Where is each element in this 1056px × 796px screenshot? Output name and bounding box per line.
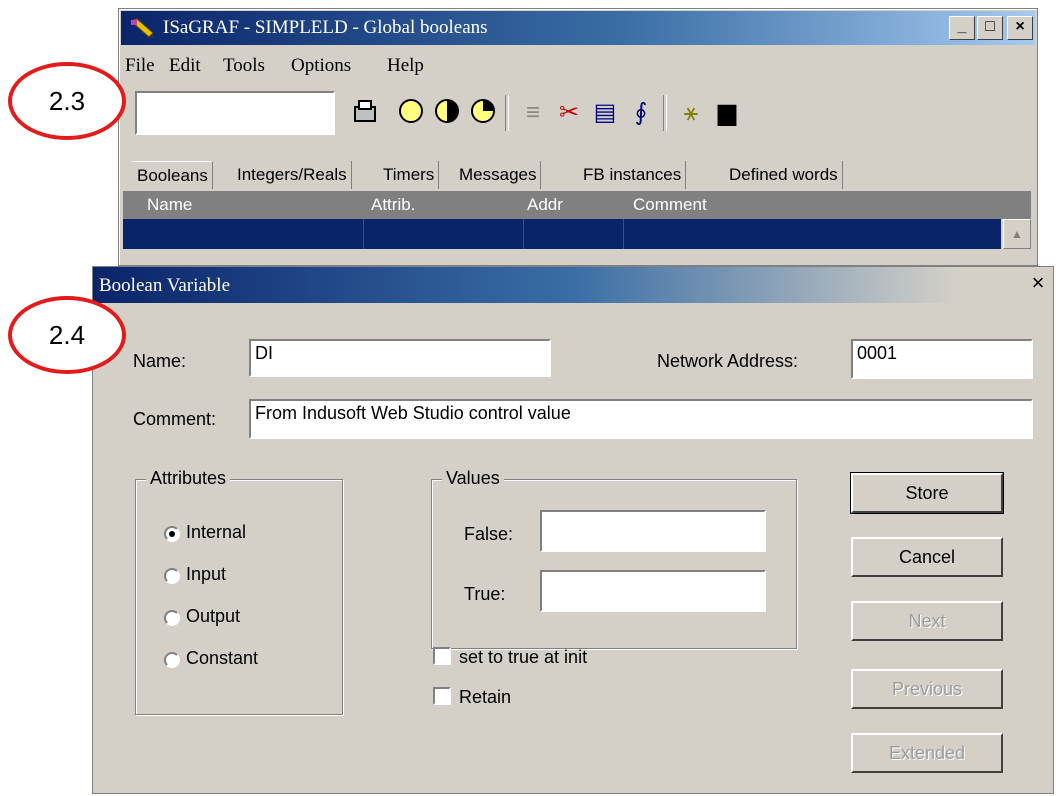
toolbar-separator: [663, 95, 667, 131]
true-label: True:: [464, 584, 506, 604]
comment-label: Comment:: [133, 409, 217, 429]
maximize-button[interactable]: □: [977, 16, 1003, 40]
list-icon[interactable]: ≡: [517, 97, 549, 129]
pencil-icon: [130, 18, 154, 38]
name-field[interactable]: DI: [249, 339, 551, 377]
tab-fb-instances[interactable]: FB instances: [579, 161, 687, 189]
extended-button[interactable]: Extended: [851, 733, 1003, 773]
attributes-legend: Attributes: [146, 468, 231, 489]
tab-messages[interactable]: Messages: [455, 161, 542, 189]
column-addr[interactable]: Addr: [527, 195, 563, 215]
column-name[interactable]: Name: [147, 195, 192, 215]
minimize-button[interactable]: _: [949, 16, 975, 40]
radio-input[interactable]: [164, 568, 180, 584]
open-icon[interactable]: [349, 97, 381, 129]
boolean-variable-dialog: Boolean Variable × Name: DI Network Addr…: [92, 266, 1054, 794]
callout-2-4: 2.4: [8, 296, 126, 374]
window-title: ISaGRAF - SIMPLELD - Global booleans: [163, 17, 488, 38]
menu-edit[interactable]: Edit: [169, 55, 201, 77]
wand-icon[interactable]: ⚹: [675, 97, 707, 129]
tab-timers[interactable]: Timers: [379, 161, 440, 189]
circle-empty-icon[interactable]: [395, 97, 427, 129]
menu-options[interactable]: Options: [291, 55, 351, 77]
print-icon[interactable]: ▆: [711, 97, 743, 129]
false-label: False:: [464, 524, 514, 544]
radio-input-label[interactable]: Input: [186, 564, 226, 585]
radio-internal[interactable]: [164, 526, 180, 542]
tab-defined-words[interactable]: Defined words: [725, 161, 843, 189]
next-button[interactable]: Next: [851, 601, 1003, 641]
copy-icon[interactable]: ▤: [589, 97, 621, 129]
radio-constant-label[interactable]: Constant: [186, 648, 258, 669]
name-label: Name:: [133, 351, 187, 371]
true-value-field[interactable]: [540, 570, 766, 612]
selected-row[interactable]: [123, 219, 1001, 249]
scroll-up-icon[interactable]: ▲: [1003, 219, 1031, 249]
store-button[interactable]: Store: [850, 472, 1004, 514]
set-true-at-init-label[interactable]: set to true at init: [459, 647, 587, 668]
menu-help[interactable]: Help: [387, 55, 424, 77]
column-comment[interactable]: Comment: [633, 195, 707, 215]
cancel-button[interactable]: Cancel: [851, 537, 1003, 577]
comment-field[interactable]: From Indusoft Web Studio control value: [249, 399, 1033, 439]
circle-half-icon[interactable]: [431, 97, 463, 129]
dialog-title: Boolean Variable: [99, 275, 231, 296]
false-value-field[interactable]: [540, 510, 766, 552]
values-group: Values False: True:: [431, 468, 797, 649]
isagraf-window: ISaGRAF - SIMPLELD - Global booleans _ □…: [118, 8, 1038, 266]
network-address-field[interactable]: 0001: [851, 339, 1033, 379]
attributes-group: Attributes Internal Input Output Constan…: [135, 468, 343, 715]
column-attrib[interactable]: Attrib.: [371, 195, 415, 215]
circle-quarter-icon[interactable]: [467, 97, 499, 129]
toolbar-combo-input[interactable]: [135, 91, 335, 135]
retain-label[interactable]: Retain: [459, 687, 511, 708]
tab-integers-reals[interactable]: Integers/Reals: [233, 161, 352, 189]
values-legend: Values: [442, 468, 504, 489]
radio-constant[interactable]: [164, 652, 180, 668]
grid-header: Name Attrib. Addr Comment: [123, 191, 1031, 219]
radio-internal-label[interactable]: Internal: [186, 522, 246, 543]
radio-output[interactable]: [164, 610, 180, 626]
menu-file[interactable]: File: [125, 55, 155, 77]
cut-icon[interactable]: ✂: [553, 97, 585, 129]
callout-2-3: 2.3: [8, 62, 126, 140]
dialog-close-icon[interactable]: ×: [1027, 272, 1049, 295]
previous-button[interactable]: Previous: [851, 669, 1003, 709]
dialog-titlebar[interactable]: Boolean Variable ×: [93, 267, 1053, 303]
toolbar-separator: [505, 95, 509, 131]
brush-icon[interactable]: ∮: [625, 97, 657, 129]
tab-booleans[interactable]: Booleans: [133, 161, 213, 189]
network-address-label: Network Address:: [657, 351, 799, 371]
radio-output-label[interactable]: Output: [186, 606, 240, 627]
menu-tools[interactable]: Tools: [223, 55, 265, 77]
retain-checkbox[interactable]: [433, 687, 451, 705]
close-button[interactable]: ×: [1007, 16, 1033, 40]
set-true-at-init-checkbox[interactable]: [433, 647, 451, 665]
window-titlebar[interactable]: ISaGRAF - SIMPLELD - Global booleans _ □…: [121, 11, 1035, 45]
